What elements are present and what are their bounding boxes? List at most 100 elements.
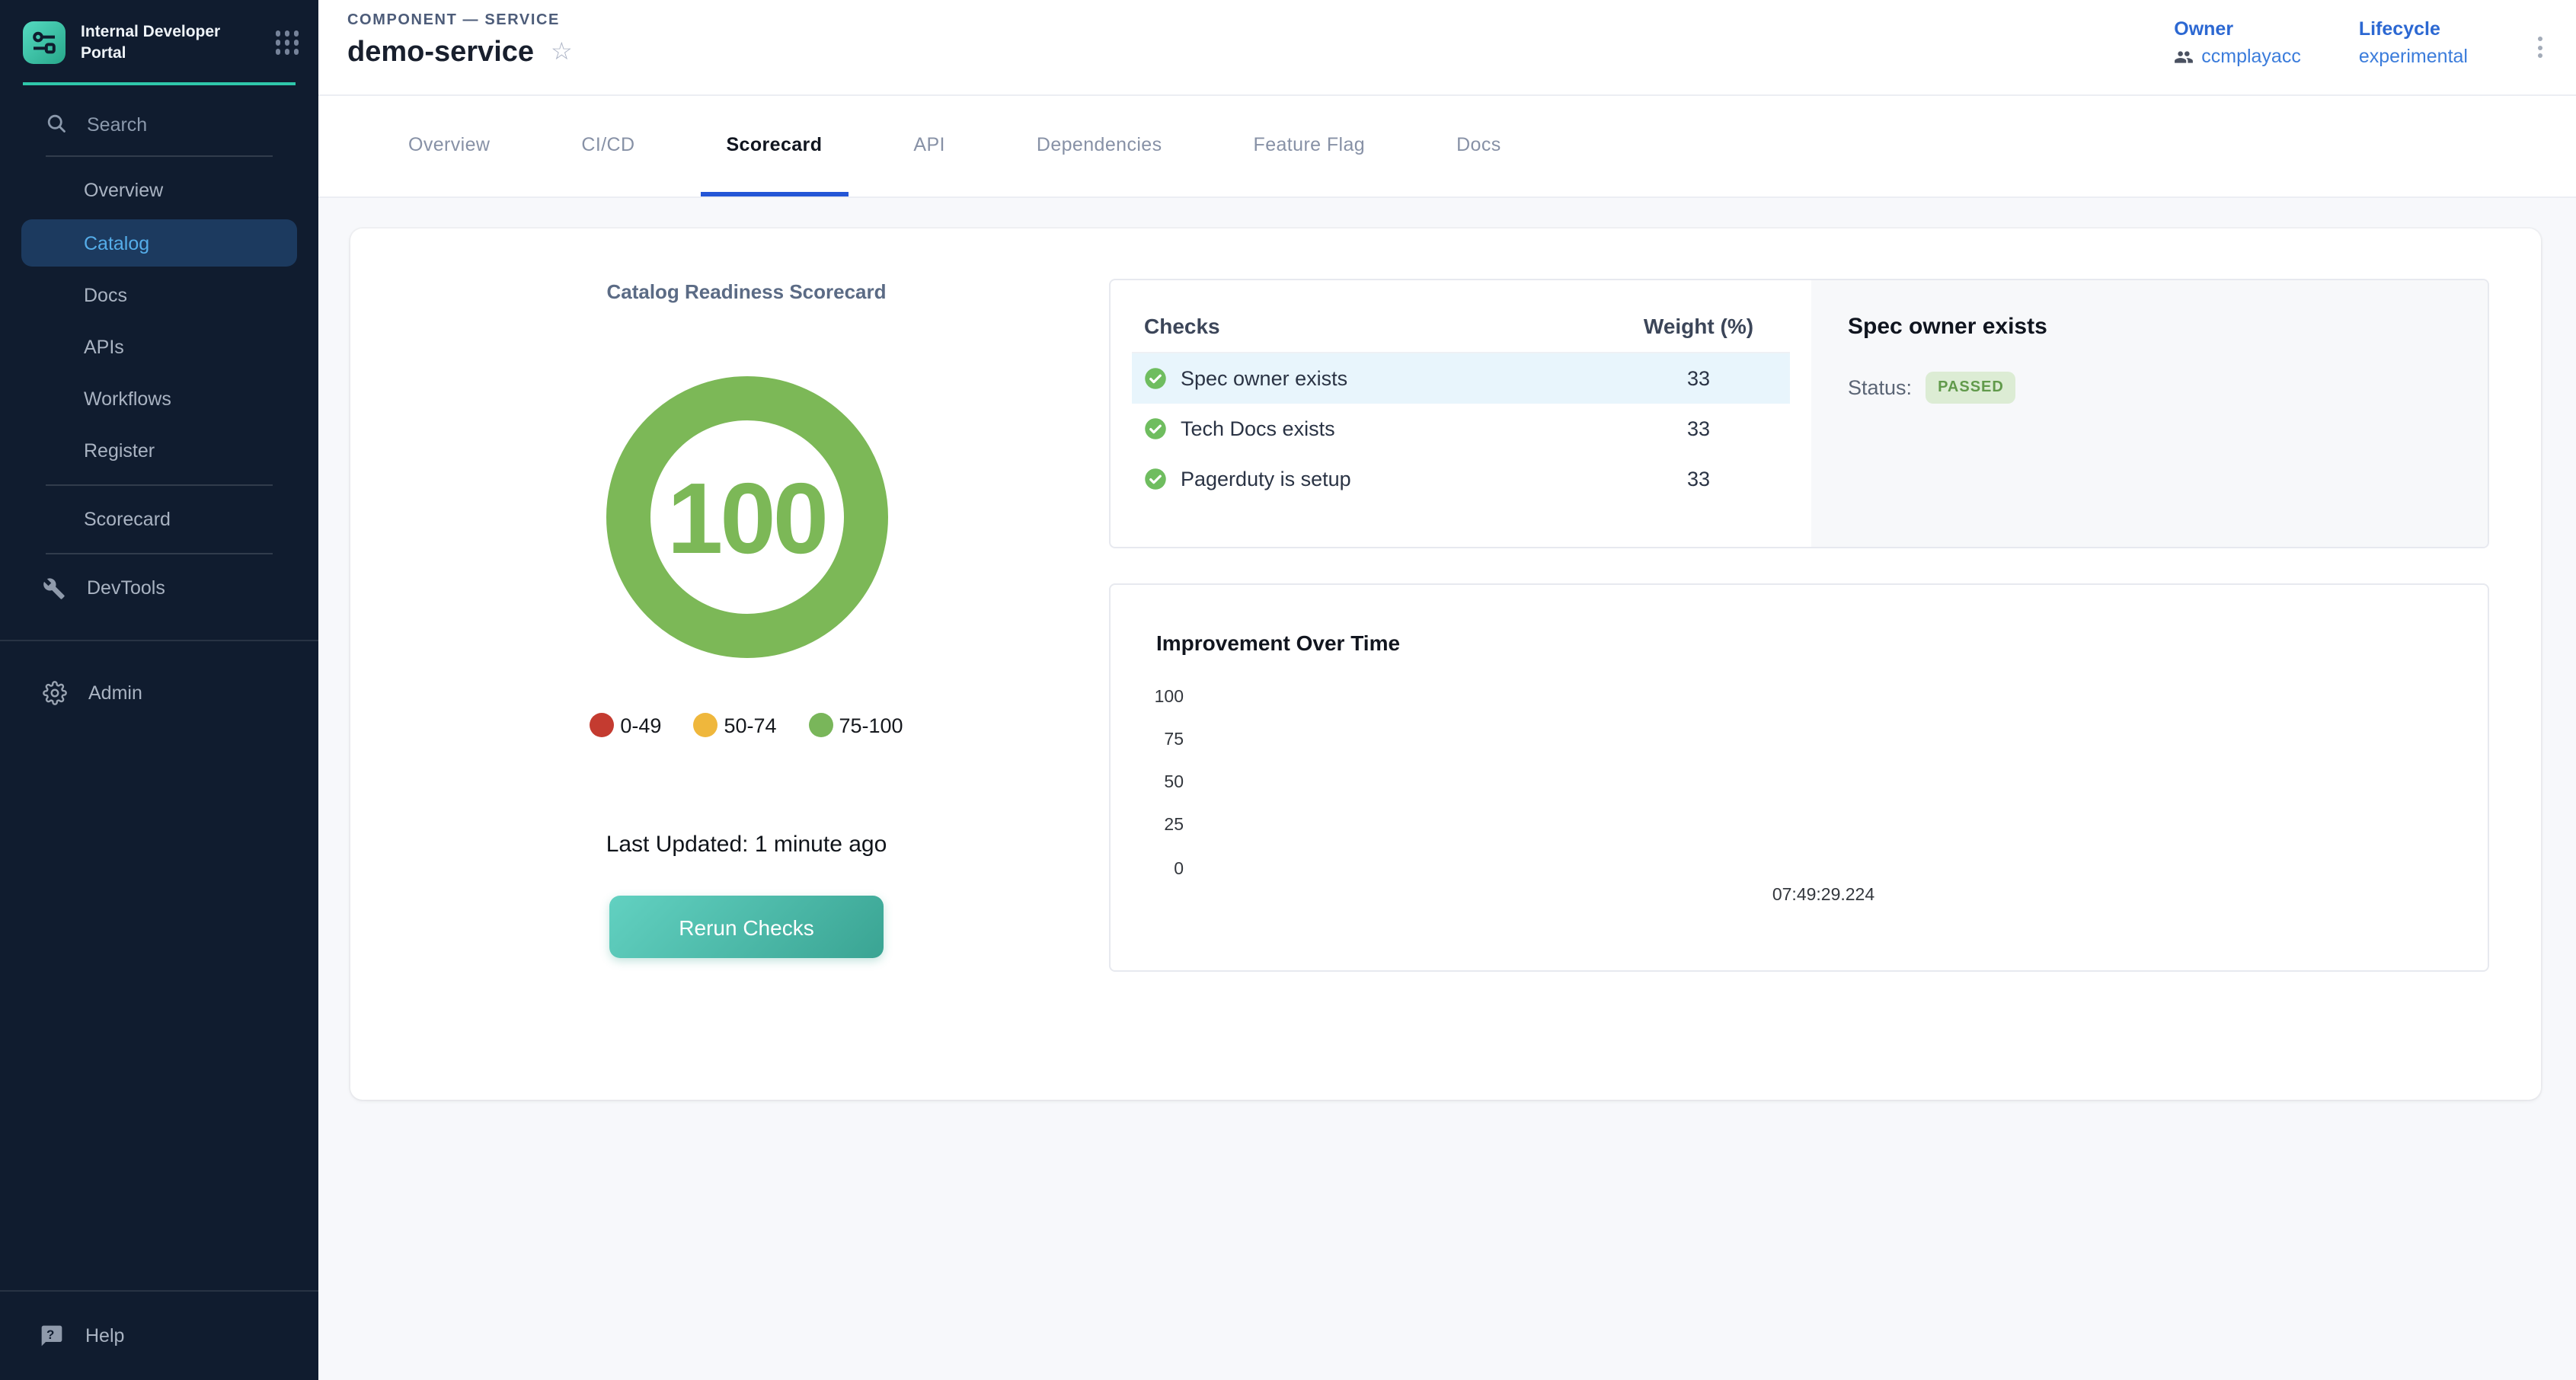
check-detail-title: Spec owner exists bbox=[1848, 314, 2488, 340]
group-icon bbox=[2174, 46, 2194, 66]
y-axis-tick: 0 bbox=[1123, 861, 1184, 879]
owner-link[interactable]: ccmplayacc bbox=[2174, 46, 2301, 67]
y-axis-tick: 100 bbox=[1123, 688, 1184, 707]
sidebar-divider bbox=[46, 554, 273, 555]
tab-dependencies[interactable]: Dependencies bbox=[1011, 96, 1188, 196]
help-chat-icon: ? bbox=[40, 1324, 66, 1348]
sidebar-item-label: Admin bbox=[88, 683, 142, 704]
status-badge: PASSED bbox=[1926, 372, 2016, 404]
brand: Internal Developer Portal bbox=[0, 0, 318, 80]
rerun-checks-button[interactable]: Rerun Checks bbox=[609, 896, 884, 958]
sidebar-item-label: Docs bbox=[84, 286, 127, 307]
legend-item-low: 0-49 bbox=[590, 713, 661, 737]
y-axis-tick: 75 bbox=[1123, 731, 1184, 749]
status-label: Status: bbox=[1848, 376, 1912, 399]
breadcrumb: COMPONENT — SERVICE bbox=[347, 12, 560, 29]
sidebar-item-label: DevTools bbox=[87, 578, 165, 599]
brand-accent-rule bbox=[23, 83, 296, 86]
check-circle-icon bbox=[1144, 367, 1167, 390]
scorecard-content: Catalog Readiness Scorecard 100 0-49 50-… bbox=[318, 198, 2576, 1380]
score-value: 100 bbox=[667, 459, 826, 575]
sidebar-item-label: Help bbox=[85, 1325, 124, 1346]
table-row-pagerduty[interactable]: Pagerduty is setup 33 bbox=[1132, 454, 1790, 504]
gauge-column: Catalog Readiness Scorecard 100 0-49 50-… bbox=[350, 228, 1143, 958]
sidebar-item-docs[interactable]: Docs bbox=[0, 270, 318, 322]
score-legend: 0-49 50-74 75-100 bbox=[590, 713, 903, 737]
check-detail-panel: Spec owner exists Status: PASSED bbox=[1811, 280, 2488, 547]
sidebar-item-workflows[interactable]: Workflows bbox=[0, 374, 318, 426]
help-glyph: ? bbox=[46, 1326, 54, 1341]
y-axis-tick: 50 bbox=[1123, 774, 1184, 792]
lifecycle-block: Lifecycle experimental bbox=[2359, 18, 2468, 67]
tab-feature-flag[interactable]: Feature Flag bbox=[1228, 96, 1392, 196]
sidebar-item-label: Overview bbox=[84, 180, 163, 202]
entity-header: COMPONENT — SERVICE demo-service ☆ Owner… bbox=[318, 0, 2576, 96]
app-root: Internal Developer Portal Search Overvie… bbox=[0, 0, 2576, 1380]
sidebar-divider bbox=[46, 485, 273, 487]
sidebar-item-label: APIs bbox=[84, 337, 124, 359]
sidebar-item-apis[interactable]: APIs bbox=[0, 322, 318, 374]
tab-scorecard[interactable]: Scorecard bbox=[700, 96, 848, 196]
checks-panel: Checks Weight (%) Spec owner exists bbox=[1109, 279, 2489, 548]
sidebar-bottom: ? Help bbox=[0, 1290, 318, 1380]
sidebar-item-help[interactable]: ? Help bbox=[0, 1292, 318, 1380]
tab-docs[interactable]: Docs bbox=[1430, 96, 1527, 196]
table-row-spec-owner[interactable]: Spec owner exists 33 bbox=[1132, 353, 1790, 404]
checks-header-label: Checks bbox=[1144, 313, 1607, 337]
search-icon bbox=[46, 113, 67, 139]
legend-item-mid: 50-74 bbox=[693, 713, 776, 737]
chart-title: Improvement Over Time bbox=[1156, 631, 1400, 655]
weight-header-label: Weight (%) bbox=[1607, 313, 1790, 337]
check-circle-icon bbox=[1144, 417, 1167, 440]
legend-item-high: 75-100 bbox=[809, 713, 903, 737]
app-switcher-icon[interactable] bbox=[275, 30, 299, 54]
favorite-star-icon[interactable]: ☆ bbox=[551, 41, 573, 65]
lifecycle-value: experimental bbox=[2359, 46, 2468, 67]
sidebar-item-devtools[interactable]: DevTools bbox=[0, 563, 318, 615]
sidebar-item-admin[interactable]: Admin bbox=[0, 668, 318, 720]
sidebar: Internal Developer Portal Search Overvie… bbox=[0, 0, 318, 1380]
check-circle-icon bbox=[1144, 468, 1167, 490]
owner-block: Owner ccmplayacc bbox=[2174, 18, 2301, 67]
x-axis-tick: 07:49:29.224 bbox=[1772, 886, 1874, 905]
yellow-dot-icon bbox=[693, 713, 718, 737]
checks-table: Checks Weight (%) Spec owner exists bbox=[1111, 280, 1811, 547]
sidebar-item-label: Workflows bbox=[84, 389, 171, 410]
portal-logo-icon[interactable] bbox=[23, 21, 66, 64]
red-dot-icon bbox=[590, 713, 614, 737]
sidebar-item-label: Scorecard bbox=[84, 510, 171, 531]
tab-cicd[interactable]: CI/CD bbox=[555, 96, 660, 196]
sidebar-item-overview[interactable]: Overview bbox=[0, 165, 318, 217]
gear-icon bbox=[43, 682, 67, 706]
sidebar-item-label: Catalog bbox=[84, 233, 149, 254]
entity-meta: Owner ccmplayacc Lifecycle experimental bbox=[2174, 0, 2549, 67]
improvement-chart: Improvement Over Time 100 75 50 25 0 07:… bbox=[1109, 583, 2489, 972]
green-dot-icon bbox=[809, 713, 833, 737]
sidebar-divider bbox=[0, 640, 318, 642]
sidebar-item-label: Register bbox=[84, 441, 155, 462]
tab-overview[interactable]: Overview bbox=[382, 96, 516, 196]
owner-label: Owner bbox=[2174, 18, 2301, 40]
score-gauge: 100 bbox=[606, 376, 887, 658]
sidebar-divider bbox=[46, 156, 273, 158]
owner-value: ccmplayacc bbox=[2201, 46, 2301, 67]
scorecard-title: Catalog Readiness Scorecard bbox=[606, 280, 886, 303]
table-row-tech-docs[interactable]: Tech Docs exists 33 bbox=[1132, 404, 1790, 454]
brand-title: Internal Developer Portal bbox=[81, 21, 260, 65]
more-options-icon[interactable] bbox=[2532, 30, 2549, 67]
sidebar-item-register[interactable]: Register bbox=[0, 426, 318, 478]
search-label: Search bbox=[87, 115, 147, 136]
tab-api[interactable]: API bbox=[887, 96, 971, 196]
wrench-icon bbox=[43, 577, 66, 600]
scorecard-card: Catalog Readiness Scorecard 100 0-49 50-… bbox=[350, 228, 2541, 1100]
sidebar-search[interactable]: Search bbox=[0, 103, 318, 149]
last-updated-text: Last Updated: 1 minute ago bbox=[606, 832, 887, 858]
entity-tabs: Overview CI/CD Scorecard API Dependencie… bbox=[318, 96, 2576, 198]
lifecycle-label: Lifecycle bbox=[2359, 18, 2468, 40]
checks-table-header: Checks Weight (%) bbox=[1132, 299, 1790, 353]
sidebar-item-catalog[interactable]: Catalog bbox=[21, 220, 297, 267]
main-area: COMPONENT — SERVICE demo-service ☆ Owner… bbox=[318, 0, 2576, 1380]
page-title: demo-service bbox=[347, 37, 534, 70]
sidebar-item-scorecard[interactable]: Scorecard bbox=[0, 494, 318, 546]
y-axis-tick: 25 bbox=[1123, 816, 1184, 835]
